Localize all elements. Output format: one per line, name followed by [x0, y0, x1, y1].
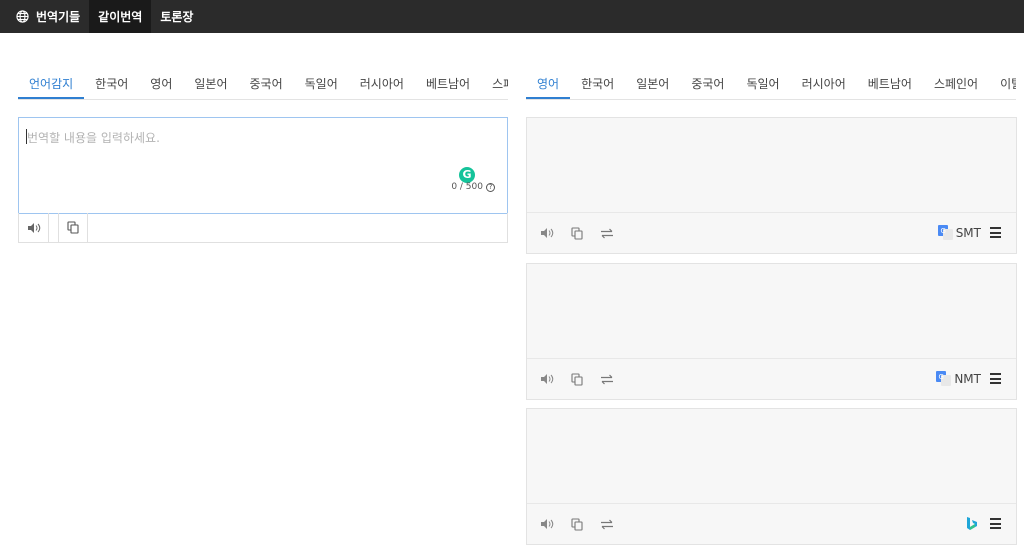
output-toolbar-bing [527, 504, 1016, 544]
source-placeholder: 번역할 내용을 입력하세요. [27, 131, 160, 145]
source-copy-button[interactable] [58, 213, 88, 242]
nav-collab-translate-label: 같이번역 [98, 10, 143, 24]
output-swap-button[interactable] [592, 374, 622, 385]
engine-bing [966, 516, 981, 531]
help-icon[interactable]: ? [486, 182, 495, 192]
tab-source-japanese[interactable]: 일본어 [183, 70, 238, 99]
swap-icon [601, 228, 613, 238]
tab-source-vietnamese[interactable]: 베트남어 [415, 70, 481, 99]
tab-target-english[interactable]: 영어 [526, 70, 571, 99]
tab-source-german[interactable]: 독일어 [294, 70, 349, 99]
output-panel-nmt: G NMT [526, 263, 1017, 400]
bing-icon [967, 517, 977, 530]
speaker-icon [27, 222, 40, 233]
character-counter: 0 / 500 ? [451, 182, 495, 192]
tab-source-spanish[interactable]: 스페 [481, 70, 508, 99]
tab-target-korean[interactable]: 한국어 [570, 70, 625, 99]
output-copy-button[interactable] [562, 517, 592, 531]
tab-target-chinese[interactable]: 중국어 [680, 70, 735, 99]
tab-target-italian[interactable]: 이탈 [989, 70, 1016, 99]
menu-icon[interactable] [990, 518, 1001, 529]
tab-source-korean[interactable]: 한국어 [84, 70, 139, 99]
svg-text:G: G [940, 227, 945, 235]
menu-icon[interactable] [990, 227, 1001, 238]
source-text-input[interactable]: 번역할 내용을 입력하세요. G 0 / 500 ? [18, 117, 508, 214]
engine-smt: G SMT [937, 225, 981, 240]
tab-target-russian[interactable]: 러시아어 [791, 70, 857, 99]
google-translate-icon: G [936, 371, 952, 386]
engine-nmt: G NMT [936, 371, 981, 386]
engine-label: NMT [954, 371, 981, 386]
grammarly-icon[interactable]: G [459, 167, 475, 183]
output-text-bing [527, 409, 1016, 504]
tab-target-vietnamese[interactable]: 베트남어 [857, 70, 923, 99]
svg-text:G: G [939, 373, 944, 381]
speaker-icon [541, 519, 554, 529]
tab-target-japanese[interactable]: 일본어 [625, 70, 680, 99]
speaker-icon [541, 374, 554, 384]
tab-target-spanish[interactable]: 스페인어 [923, 70, 989, 99]
output-speak-button[interactable] [532, 518, 562, 530]
menu-icon[interactable] [990, 373, 1001, 384]
google-translate-icon: G [937, 225, 953, 240]
swap-icon [601, 374, 613, 384]
tab-target-german[interactable]: 독일어 [735, 70, 790, 99]
output-swap-button[interactable] [592, 228, 622, 239]
speaker-icon [541, 228, 554, 238]
output-text-nmt [527, 264, 1016, 359]
output-swap-button[interactable] [592, 519, 622, 530]
output-speak-button[interactable] [532, 373, 562, 385]
top-navigation: 번역기들 같이번역 토론장 [0, 0, 1024, 33]
output-toolbar-smt: G SMT [527, 213, 1016, 253]
engine-label: SMT [955, 225, 981, 240]
copy-icon [571, 517, 583, 531]
source-language-tabs: 언어감지 한국어 영어 일본어 중국어 독일어 러시아어 베트남어 스페 [18, 70, 508, 100]
copy-icon [571, 372, 583, 386]
tab-source-english[interactable]: 영어 [139, 70, 183, 99]
output-speak-button[interactable] [532, 227, 562, 239]
copy-icon [571, 226, 583, 240]
nav-discussion[interactable]: 토론장 [151, 0, 202, 33]
tab-source-chinese[interactable]: 중국어 [239, 70, 294, 99]
copy-icon [67, 221, 79, 234]
output-copy-button[interactable] [562, 226, 592, 240]
output-toolbar-nmt: G NMT [527, 359, 1016, 399]
nav-translators[interactable]: 번역기들 [0, 0, 89, 33]
nav-collab-translate[interactable]: 같이번역 [89, 0, 152, 33]
globe-icon [16, 10, 29, 23]
swap-icon [601, 519, 613, 529]
nav-discussion-label: 토론장 [160, 10, 194, 24]
tab-source-russian[interactable]: 러시아어 [349, 70, 415, 99]
character-count: 0 / 500 [451, 182, 483, 192]
output-text-smt [527, 118, 1016, 213]
output-panel-smt: G SMT [526, 117, 1017, 254]
output-copy-button[interactable] [562, 372, 592, 386]
tab-source-detect[interactable]: 언어감지 [18, 70, 85, 99]
target-language-tabs: 영어 한국어 일본어 중국어 독일어 러시아어 베트남어 스페인어 이탈 [526, 70, 1016, 100]
source-toolbar [18, 213, 508, 243]
output-panel-bing [526, 408, 1017, 545]
nav-translators-label: 번역기들 [36, 10, 81, 24]
source-speak-button[interactable] [19, 213, 49, 242]
